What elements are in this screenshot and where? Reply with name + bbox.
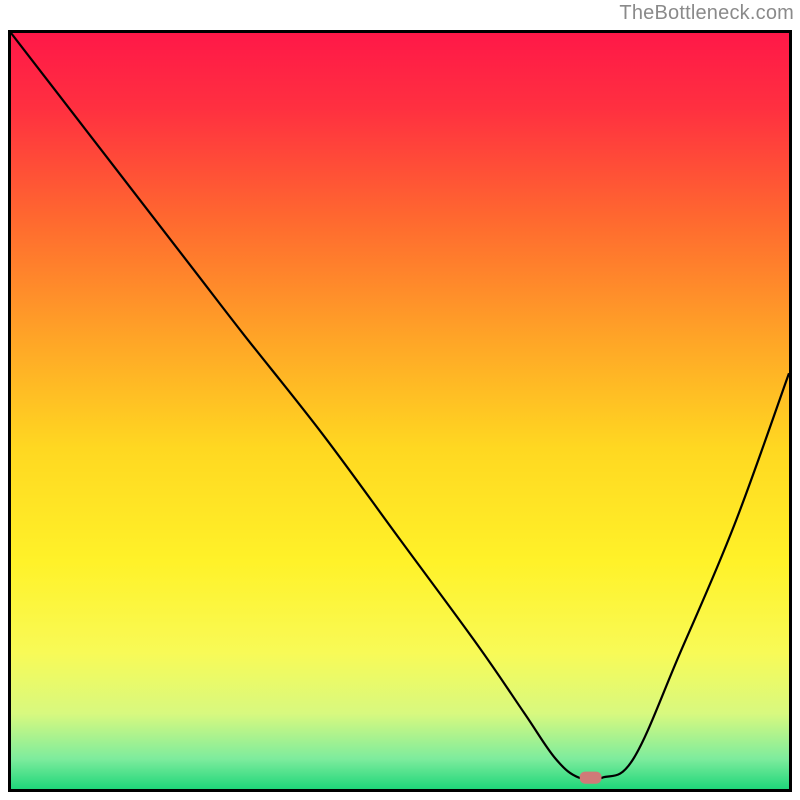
chart-container: TheBottleneck.com [0, 0, 800, 800]
bottleneck-marker [580, 772, 602, 784]
background-gradient [11, 33, 789, 789]
watermark-text: TheBottleneck.com [619, 2, 794, 25]
plot-svg [11, 33, 789, 789]
plot-frame [8, 30, 792, 792]
